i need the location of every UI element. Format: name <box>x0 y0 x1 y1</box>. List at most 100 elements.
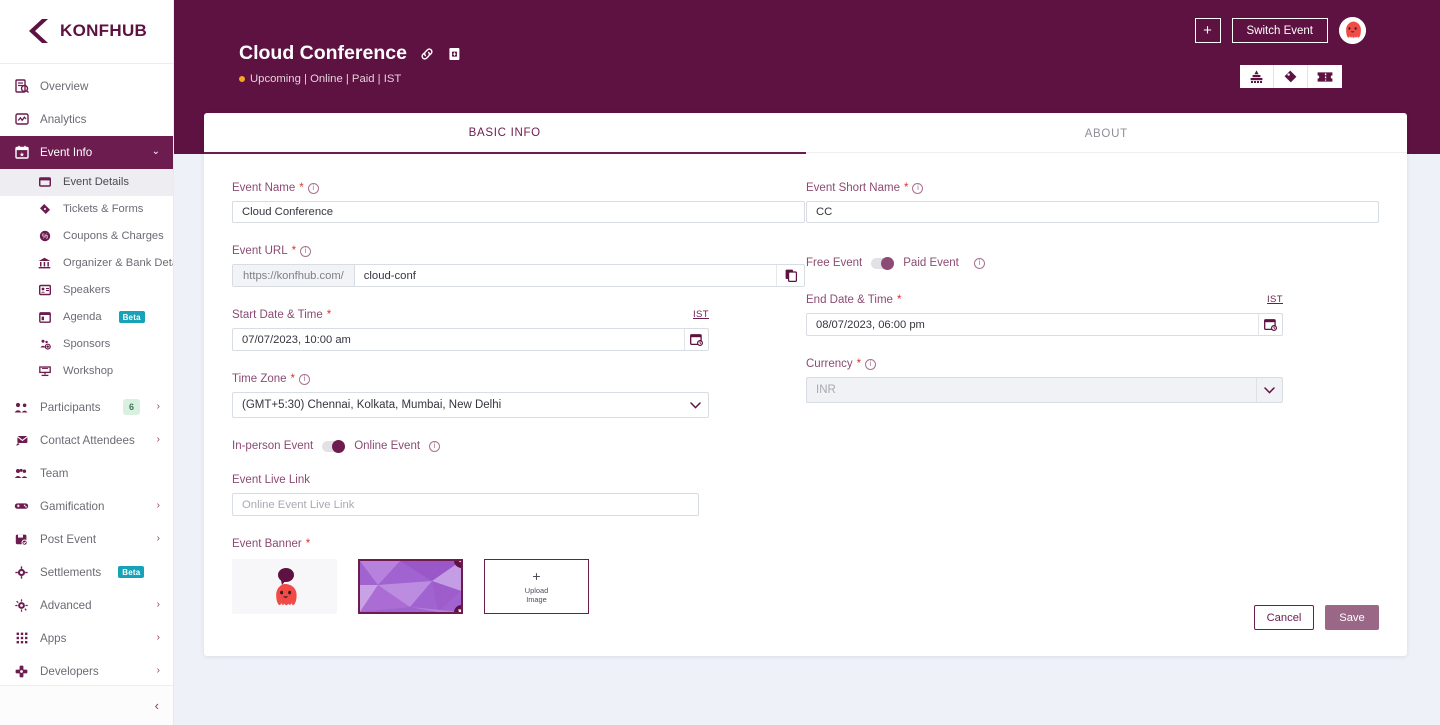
sidebar-item-event-details[interactable]: Event Details <box>0 168 173 196</box>
switch-event-button[interactable]: Switch Event <box>1231 18 1328 43</box>
sidebar-item-tickets-forms[interactable]: Tickets & Forms <box>0 196 173 223</box>
required-asterisk: * <box>290 373 296 385</box>
label-text: Start Date & Time <box>232 309 323 321</box>
overview-icon <box>13 78 30 95</box>
sidebar-item-workshop[interactable]: Workshop <box>0 358 173 385</box>
status-text: Upcoming | Online | Paid | IST <box>250 73 402 85</box>
sidebar-item-label: Workshop <box>63 365 114 378</box>
upload-label-line1: Upload <box>524 585 549 595</box>
pricing-toggle[interactable] <box>871 256 895 270</box>
sidebar-item-sponsors[interactable]: Sponsors <box>0 331 173 358</box>
avatar[interactable] <box>1339 17 1366 44</box>
main-area: Cloud Conference Upcoming | Online | Pai… <box>173 0 1440 725</box>
field-event-url: Event URL * i https://konfhub.com/ <box>232 245 805 287</box>
tab-about[interactable]: ABOUT <box>806 113 1408 154</box>
sidebar-item-label: Coupons & Charges <box>63 230 164 243</box>
info-icon[interactable]: i <box>912 182 924 194</box>
sidebar-item-team[interactable]: Team <box>0 457 173 490</box>
brand-name: KONFHUB <box>60 21 148 41</box>
speaker-badge-icon <box>36 282 53 299</box>
live-link-input[interactable] <box>232 493 699 516</box>
sidebar-item-label: Team <box>40 466 69 480</box>
sidebar-item-label: Event Info <box>40 145 93 159</box>
cancel-button[interactable]: Cancel <box>1254 605 1314 630</box>
sidebar-item-label: Tickets & Forms <box>63 203 144 216</box>
chevron-right-icon: › <box>156 665 160 677</box>
time-zone-value: (GMT+5:30) Chennai, Kolkata, Mumbai, New… <box>242 399 502 411</box>
trash-icon[interactable] <box>454 605 461 612</box>
duplicate-icon[interactable] <box>448 47 461 61</box>
page-header: Cloud Conference Upcoming | Online | Pai… <box>239 42 461 85</box>
info-icon[interactable]: i <box>429 440 441 452</box>
event-short-name-input[interactable] <box>806 201 1379 223</box>
analytics-icon <box>13 111 30 128</box>
banner-default-thumbnail[interactable] <box>232 559 337 614</box>
info-icon[interactable]: i <box>865 358 877 370</box>
banner-options: ✓ + Upload Image <box>232 559 805 614</box>
currency-placeholder: INR <box>816 384 836 396</box>
sidebar-item-coupons-charges[interactable]: % Coupons & Charges <box>0 223 173 250</box>
sidebar-item-label: Event Details <box>63 176 129 189</box>
event-mode-toggle[interactable] <box>322 439 346 453</box>
sponsors-tier-icon[interactable] <box>1240 65 1274 88</box>
calendar-clock-icon[interactable] <box>1258 314 1282 335</box>
sidebar-item-settlements[interactable]: Settlements Beta <box>0 556 173 589</box>
label-text: Time Zone <box>232 373 287 385</box>
sidebar-item-speakers[interactable]: Speakers <box>0 277 173 304</box>
brand-logo[interactable]: KONFHUB <box>0 0 173 64</box>
end-date-input[interactable]: 08/07/2023, 06:00 pm <box>806 313 1283 336</box>
tag-icon[interactable] <box>1274 65 1308 88</box>
currency-select[interactable]: INR <box>806 377 1283 403</box>
copy-icon[interactable] <box>776 265 804 286</box>
event-url-input[interactable] <box>354 265 776 286</box>
event-name-input[interactable] <box>232 201 805 223</box>
start-date-input[interactable]: 07/07/2023, 10:00 am <box>232 328 709 351</box>
settlements-icon <box>13 564 30 581</box>
required-asterisk: * <box>856 358 862 370</box>
info-icon[interactable]: i <box>973 257 985 269</box>
sidebar-item-contact-attendees[interactable]: Contact Attendees › <box>0 424 173 457</box>
link-icon[interactable] <box>420 47 434 61</box>
event-short-name-label: Event Short Name * i <box>806 182 1379 194</box>
event-url-label: Event URL * i <box>232 245 805 257</box>
tab-basic-info[interactable]: BASIC INFO <box>204 113 806 154</box>
pricing-toggle-row: Free Event Paid Event i <box>806 256 1379 270</box>
sidebar-item-label: Post Event <box>40 532 97 546</box>
sidebar-item-label: Developers <box>40 664 99 678</box>
label-text: Event Live Link <box>232 474 310 486</box>
banner-selected-thumbnail[interactable]: ✓ <box>358 559 463 614</box>
sidebar-item-developers[interactable]: Developers › <box>0 655 173 685</box>
grid-apps-icon <box>13 630 30 647</box>
sidebar-item-overview[interactable]: Overview <box>0 70 173 103</box>
header-actions: + Switch Event <box>1194 17 1366 44</box>
chevron-right-icon: › <box>156 401 160 413</box>
online-event-label: Online Event <box>354 440 421 452</box>
add-button[interactable]: + <box>1194 18 1221 43</box>
sidebar-item-gamification[interactable]: Gamification › <box>0 490 173 523</box>
sidebar-item-agenda[interactable]: Agenda Beta <box>0 304 173 331</box>
ticket-stub-icon[interactable] <box>1308 65 1342 88</box>
sidebar-item-analytics[interactable]: Analytics <box>0 103 173 136</box>
sidebar-item-event-info[interactable]: ★ Event Info ⌄ <box>0 135 173 169</box>
save-button[interactable]: Save <box>1325 605 1379 630</box>
status-dot-icon <box>239 76 245 82</box>
chevron-right-icon: › <box>156 533 160 545</box>
sidebar-item-advanced[interactable]: Advanced › <box>0 589 173 622</box>
info-icon[interactable]: i <box>300 245 312 257</box>
info-icon[interactable]: i <box>307 182 319 194</box>
sidebar-item-organizer-bank-details[interactable]: Organizer & Bank Details <box>0 250 173 277</box>
time-zone-select[interactable]: (GMT+5:30) Chennai, Kolkata, Mumbai, New… <box>232 392 709 418</box>
sidebar-item-participants[interactable]: Participants 6 › <box>0 391 173 424</box>
sidebar-item-post-event[interactable]: Post Event › <box>0 523 173 556</box>
sidebar-item-label: Contact Attendees <box>40 433 135 447</box>
info-icon[interactable]: i <box>299 373 311 385</box>
sidebar-nav: Overview Analytics ★ Event Info ⌄ Event … <box>0 64 173 685</box>
sidebar-item-apps[interactable]: Apps › <box>0 622 173 655</box>
end-date-value: 08/07/2023, 06:00 pm <box>816 318 925 331</box>
banner-upload-button[interactable]: + Upload Image <box>484 559 589 614</box>
free-event-label: Free Event <box>806 257 863 269</box>
required-asterisk: * <box>291 245 297 257</box>
collapse-sidebar-button[interactable]: ‹ <box>155 698 159 713</box>
calendar-clock-icon[interactable] <box>684 329 708 350</box>
sidebar-item-label: Organizer & Bank Details <box>63 257 173 270</box>
